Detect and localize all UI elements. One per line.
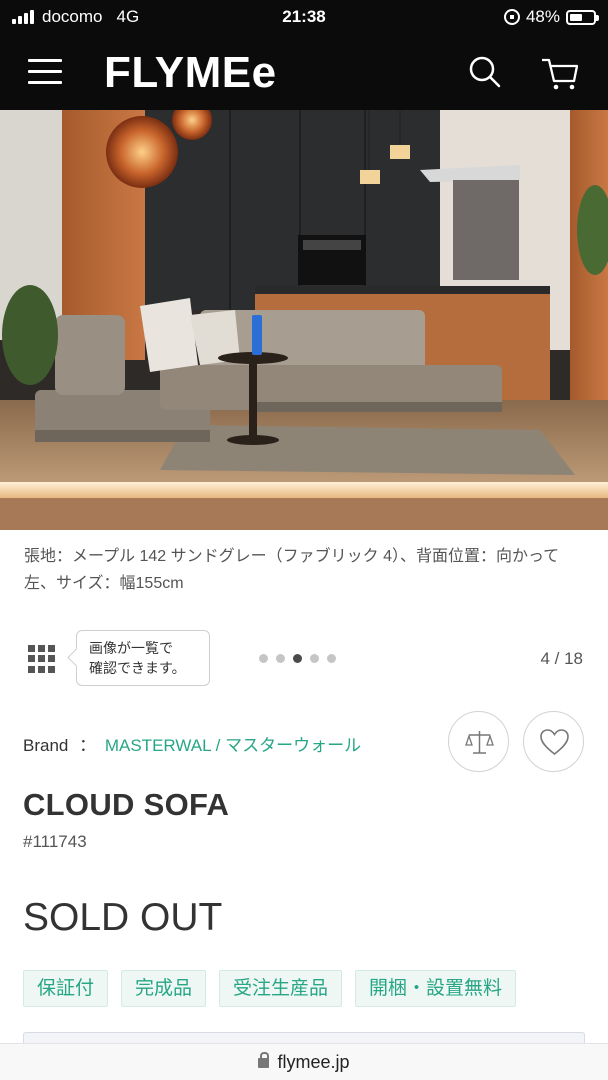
pagination-dot[interactable] (327, 654, 336, 663)
compare-button[interactable] (448, 711, 509, 772)
brand-label: Brand (23, 736, 69, 755)
url-text: flymee.jp (277, 1052, 350, 1072)
tooltip-line-1: 画像が一覧で (89, 640, 173, 656)
hamburger-menu-icon[interactable] (28, 59, 62, 85)
feature-tags: 保証付 完成品 受注生産品 開梱・設置無料 (23, 970, 517, 1007)
brand-link[interactable]: MASTERWAL / マスターウォール (105, 736, 361, 755)
gallery-tooltip: 画像が一覧で 確認できます。 (76, 630, 210, 686)
battery-icon (566, 9, 599, 25)
product-id: #111743 (23, 832, 87, 851)
image-counter: 4 / 18 (540, 649, 583, 668)
tag-warranty: 保証付 (23, 970, 109, 1007)
tag-assembled: 完成品 (121, 970, 207, 1007)
pagination-dot[interactable] (259, 654, 268, 663)
pagination-dot[interactable] (276, 654, 285, 663)
site-logo[interactable]: FLYMEe (104, 48, 277, 98)
tag-free-installation: 開梱・設置無料 (355, 970, 517, 1007)
favorite-button[interactable] (523, 711, 584, 772)
heart-icon (540, 729, 569, 756)
pagination-dots (259, 654, 336, 663)
pagination-dot[interactable] (310, 654, 319, 663)
status-bar: docomo 4G 21:38 48% (0, 0, 608, 34)
lock-icon (258, 1052, 270, 1068)
battery-percent: 48% (525, 7, 560, 26)
battery-fill (570, 13, 583, 21)
search-icon[interactable] (466, 54, 504, 92)
brand-separator: ： (79, 736, 97, 755)
cart-icon[interactable] (540, 54, 580, 92)
tooltip-line-2: 確認できます。 (89, 660, 186, 676)
top-bar: docomo 4G 21:38 48% FLYMEe (0, 0, 608, 110)
product-name: CLOUD SOFA (23, 787, 230, 822)
image-caption: 張地：メープル 142 サンドグレー（ファブリック 4）、背面位置：向かって左、… (24, 548, 560, 592)
orientation-lock-icon (503, 9, 520, 25)
tag-made-to-order: 受注生産品 (219, 970, 343, 1007)
pagination-dot[interactable] (293, 654, 302, 663)
grid-view-icon[interactable] (28, 645, 56, 673)
product-image[interactable] (0, 110, 608, 530)
browser-url-bar[interactable]: flymee.jp (0, 1043, 608, 1080)
stock-status: SOLD OUT (23, 896, 223, 939)
scale-icon (465, 731, 494, 754)
site-header: FLYMEe (0, 34, 608, 110)
brand-row: Brand ： MASTERWAL / マスターウォール (23, 731, 361, 756)
gallery-controls: 画像が一覧で 確認できます。 4 / 18 (0, 628, 608, 690)
